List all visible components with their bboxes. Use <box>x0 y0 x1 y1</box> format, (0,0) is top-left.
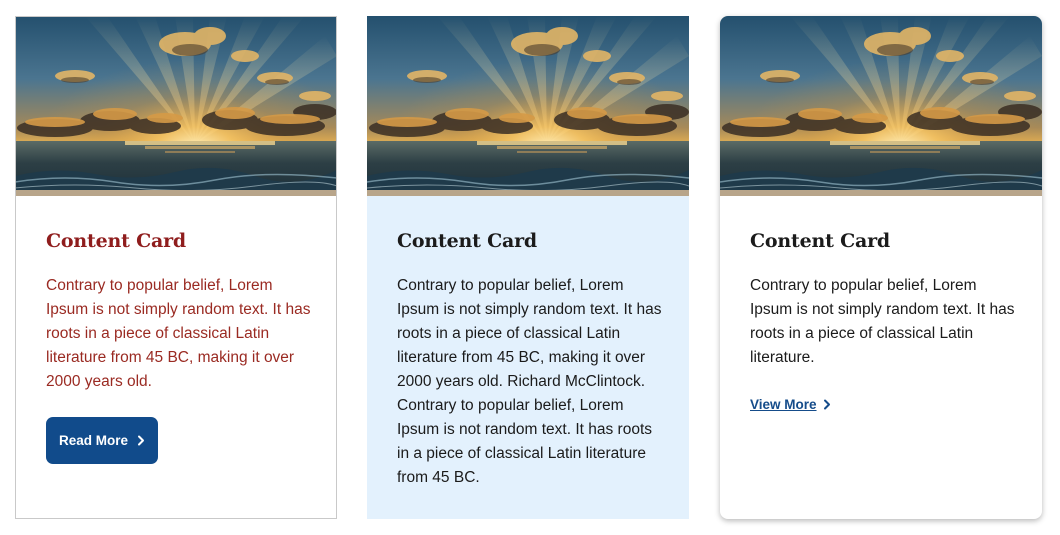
card-image <box>367 16 689 196</box>
card-image <box>15 16 337 196</box>
content-card-1: Content Card Contrary to popular belief,… <box>15 16 337 519</box>
card-text: Contrary to popular belief, Lorem Ipsum … <box>46 277 311 390</box>
content-card-2: Content Card Contrary to popular belief,… <box>367 16 689 519</box>
card-body: Content Card Contrary to popular belief,… <box>46 229 314 394</box>
read-more-label: Read More <box>59 433 129 448</box>
read-more-button[interactable]: Read More <box>46 417 158 464</box>
card-title: Content Card <box>46 230 187 252</box>
card-title: Content Card <box>750 230 891 252</box>
card-image <box>720 16 1042 196</box>
content-card-3: Content Card Contrary to popular belief,… <box>720 16 1042 519</box>
view-more-label: View More <box>750 397 817 412</box>
card-body: Content Card Contrary to popular belief,… <box>750 229 1022 370</box>
chevron-right-icon <box>137 435 145 446</box>
card-body: Content Card Contrary to popular belief,… <box>397 229 665 490</box>
view-more-link[interactable]: View More <box>750 397 831 412</box>
card-text: Contrary to popular belief, Lorem Ipsum … <box>750 277 1015 366</box>
card-title: Content Card <box>397 230 538 252</box>
chevron-right-icon <box>823 399 831 410</box>
card-text: Contrary to popular belief, Lorem Ipsum … <box>397 277 662 486</box>
